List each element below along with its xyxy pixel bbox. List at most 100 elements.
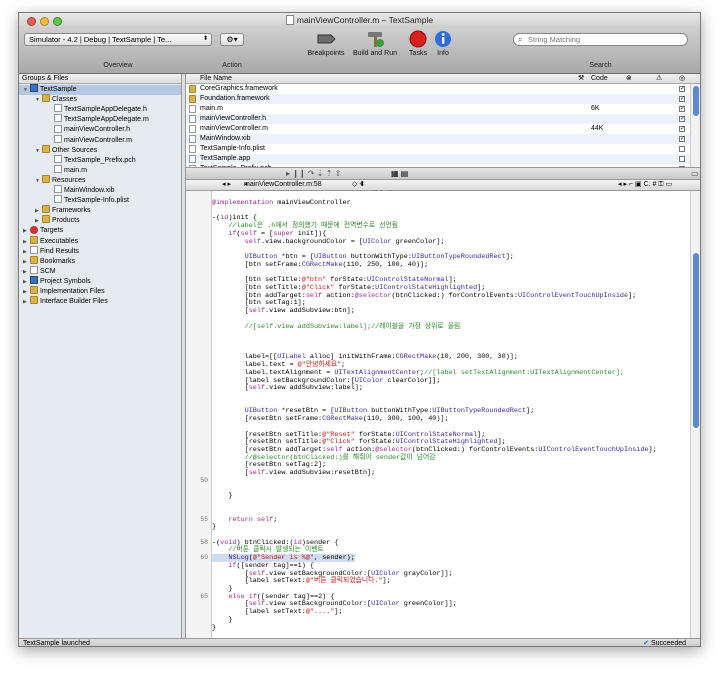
code-line[interactable]: [self.view addSubview:btn]; bbox=[212, 307, 355, 315]
disclosure-closed-icon[interactable]: ▶ bbox=[23, 237, 30, 247]
disclosure-closed-icon[interactable]: ▶ bbox=[23, 257, 30, 267]
sidebar-item[interactable]: MainWindow.xib bbox=[19, 185, 181, 196]
sidebar-item[interactable]: TextSampleAppDelegate.m bbox=[19, 114, 181, 125]
disclosure-closed-icon[interactable]: ▶ bbox=[35, 216, 42, 226]
step-icons[interactable]: ▸ ❙❙ ↷ ⇣ ⇡ ⇧ bbox=[286, 169, 341, 178]
sidebar-item[interactable]: ▶ Executables bbox=[19, 235, 181, 247]
editor-scroll-thumb[interactable] bbox=[693, 253, 699, 428]
minimize-icon[interactable] bbox=[40, 17, 49, 26]
file-list-scroll-thumb[interactable] bbox=[693, 86, 699, 116]
function-popup[interactable]: ◇ -btnClicked: ⬍ bbox=[352, 180, 394, 198]
sidebar-item[interactable]: ▼ Classes bbox=[19, 94, 181, 105]
sidebar-item[interactable]: ▶ Products bbox=[19, 215, 181, 226]
sidebar-item[interactable]: ▶ Targets bbox=[19, 225, 181, 236]
editor-nav-icons[interactable]: ◂ ▸ ⌐ ▣ C. # ⚿ ▭ bbox=[618, 180, 672, 190]
disclosure-open-icon[interactable]: ▼ bbox=[35, 176, 42, 186]
symbols-icon bbox=[30, 276, 38, 285]
file-icon bbox=[189, 135, 196, 143]
code-line[interactable]: [self.view addSubview:resetBtn]; bbox=[212, 469, 376, 477]
target-checkbox[interactable] bbox=[679, 156, 685, 162]
sidebar-item[interactable]: ▶ Interface Builder Files bbox=[19, 296, 181, 307]
file-icon bbox=[189, 115, 196, 123]
disclosure-open-icon[interactable]: ▼ bbox=[35, 95, 42, 105]
file-list-row[interactable]: Foundation.framework ✓ bbox=[186, 94, 692, 104]
disclosure-closed-icon[interactable]: ▶ bbox=[23, 297, 30, 307]
code-editor[interactable]: @implementation mainViewController -(id)i… bbox=[212, 191, 692, 638]
disclosure-open-icon[interactable]: ▼ bbox=[35, 146, 42, 156]
editor-scrollbar[interactable] bbox=[690, 191, 700, 638]
code-line[interactable]: [self.view addSubview:label]; bbox=[212, 384, 363, 392]
zoom-icon[interactable] bbox=[53, 17, 62, 26]
debugger-icon[interactable]: ▦ ▤ bbox=[391, 169, 408, 178]
code-line[interactable]: self.view.backgroundColor = [UIColor gre… bbox=[212, 238, 445, 246]
code-line[interactable]: return self; bbox=[212, 516, 277, 524]
target-checkbox[interactable]: ✓ bbox=[679, 116, 685, 122]
file-list-row[interactable]: TextSample.app bbox=[186, 154, 692, 164]
disclosure-closed-icon[interactable]: ▶ bbox=[23, 277, 30, 287]
column-file-name[interactable]: File Name bbox=[200, 74, 232, 83]
file-list-row[interactable]: TextSample-Info.plist bbox=[186, 144, 692, 154]
disclosure-closed-icon[interactable]: ▶ bbox=[35, 206, 42, 216]
sidebar-item[interactable]: ▶ SCM bbox=[19, 265, 181, 277]
sidebar-item[interactable]: ▶ Project Symbols bbox=[19, 276, 181, 287]
window-title: mainViewController.m – TextSample bbox=[296, 15, 434, 25]
file-popup[interactable]: mainViewController.m:58 ◂ bbox=[244, 180, 322, 190]
code-line[interactable]: @implementation mainViewController bbox=[212, 199, 351, 207]
sidebar-item[interactable]: ▶ Bookmarks bbox=[19, 255, 181, 267]
split-editor-icon[interactable]: ▭ bbox=[691, 169, 699, 178]
code-line[interactable]: [btn setFrame:CGRectMake(110, 250, 100, … bbox=[212, 261, 429, 269]
file-list-row[interactable]: mainViewController.m 44K ✓ bbox=[186, 124, 692, 134]
overview-popup[interactable]: Simulator - 4.2 | Debug | TextSample | T… bbox=[24, 33, 212, 46]
editor-nav-bar: ◂ ▸ mainViewController.m:58 ◂ ◇ -btnClic… bbox=[186, 180, 700, 198]
file-list-row[interactable]: mainViewController.h ✓ bbox=[186, 114, 692, 124]
code-line[interactable]: } bbox=[212, 492, 232, 500]
disclosure-closed-icon[interactable]: ▶ bbox=[23, 287, 30, 297]
code-line[interactable]: } bbox=[212, 624, 216, 632]
disclosure-open-icon[interactable]: ▼ bbox=[23, 85, 30, 95]
code-line[interactable]: [label setText:@"버튼 클릭되었습니다."]; bbox=[212, 577, 391, 585]
warning-column-icon[interactable]: ⚠ bbox=[656, 74, 662, 83]
build-and-run-button[interactable]: Build and Run bbox=[349, 30, 401, 57]
breakpoints-button[interactable]: Breakpoints bbox=[301, 30, 351, 57]
target-checkbox[interactable]: ✓ bbox=[679, 126, 685, 132]
sidebar-item[interactable]: TextSampleAppDelegate.h bbox=[19, 104, 181, 115]
column-code[interactable]: Code bbox=[591, 74, 608, 83]
close-icon[interactable] bbox=[27, 17, 36, 26]
target-checkbox[interactable]: ✓ bbox=[679, 106, 685, 112]
search-field[interactable]: ⌕ String Matching bbox=[513, 33, 688, 46]
build-and-run-label: Build and Run bbox=[353, 50, 397, 57]
target-column-icon[interactable]: ◎ bbox=[679, 74, 685, 83]
tasks-button[interactable]: Tasks bbox=[403, 30, 433, 57]
sidebar-item[interactable]: ▼ Resources bbox=[19, 175, 181, 186]
disclosure-closed-icon[interactable]: ▶ bbox=[23, 247, 30, 257]
file-list-row[interactable]: CoreGraphics.framework ✓ bbox=[186, 84, 692, 94]
sidebar-item[interactable]: ▶ Find Results bbox=[19, 245, 181, 257]
code-line[interactable]: [resetBtn setFrame:CGRectMake(110, 300, … bbox=[212, 415, 449, 423]
error-column-icon[interactable]: ⊗ bbox=[626, 74, 632, 83]
folder-icon bbox=[42, 175, 50, 184]
target-checkbox[interactable]: ✓ bbox=[679, 96, 685, 102]
code-line[interactable]: //[self.view addSubview:label];//레이블을 가장… bbox=[212, 323, 461, 331]
info-button[interactable]: Info bbox=[431, 30, 455, 57]
nav-arrows-icon[interactable]: ◂ ▸ bbox=[222, 180, 231, 190]
action-button[interactable]: ⚙▾ bbox=[220, 33, 244, 46]
line-number: 60 bbox=[200, 554, 208, 562]
disclosure-closed-icon[interactable]: ▶ bbox=[23, 267, 30, 277]
target-checkbox[interactable]: ✓ bbox=[679, 136, 685, 142]
code-line[interactable]: } bbox=[212, 523, 216, 531]
target-checkbox[interactable]: ✓ bbox=[679, 86, 685, 92]
disclosure-closed-icon[interactable]: ▶ bbox=[23, 226, 30, 236]
file-name: TextSample.app bbox=[200, 155, 251, 162]
file-list-scrollbar[interactable] bbox=[690, 84, 700, 167]
sidebar-item[interactable]: ▼ Other Sources bbox=[19, 144, 181, 156]
sidebar-item[interactable]: TextSample_Prefix.pch bbox=[19, 154, 181, 166]
file-code-size: 6K bbox=[591, 105, 600, 112]
bookmark-icon bbox=[30, 255, 38, 264]
sidebar-item[interactable]: mainViewController.h bbox=[19, 124, 181, 135]
file-list-row[interactable]: MainWindow.xib ✓ bbox=[186, 134, 692, 144]
target-checkbox[interactable] bbox=[679, 146, 685, 152]
hammer-column-icon[interactable]: ⚒ bbox=[578, 74, 584, 83]
file-list-row[interactable]: main.m 6K ✓ bbox=[186, 104, 692, 114]
sidebar-item[interactable]: ▶ Implementation Files bbox=[19, 286, 181, 297]
info-icon bbox=[435, 31, 451, 47]
